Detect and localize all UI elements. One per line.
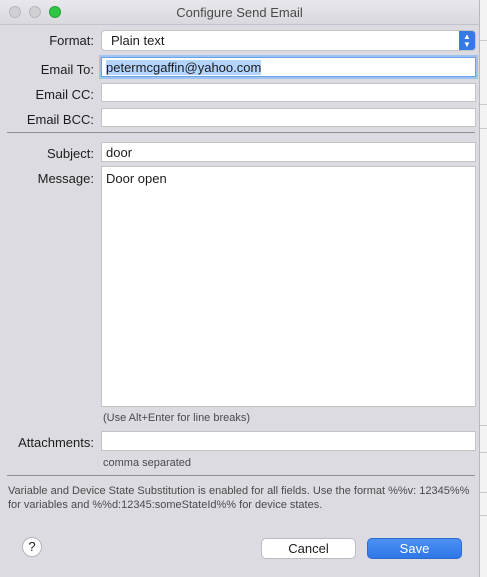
window-title: Configure Send Email	[176, 5, 303, 20]
help-button[interactable]: ?	[22, 537, 42, 557]
format-select[interactable]: Plain text ▲ ▼	[101, 30, 476, 51]
message-label: Message:	[37, 171, 94, 186]
email-to-value: petermcgaffin@yahoo.com	[106, 60, 262, 75]
attachments-hint: comma separated	[103, 457, 192, 469]
subject-field[interactable]: door	[101, 142, 476, 162]
email-bcc-field[interactable]	[101, 108, 476, 127]
message-hint: (Use Alt+Enter for line breaks)	[103, 412, 251, 424]
format-label: Format:	[49, 33, 94, 48]
email-bcc-label: Email BCC:	[26, 112, 94, 127]
subject-label: Subject:	[47, 146, 94, 161]
email-cc-field[interactable]	[101, 83, 476, 102]
separator-top	[7, 132, 475, 133]
save-button[interactable]: Save	[367, 538, 462, 559]
dialog-window: Configure Send Email Format: Plain text …	[0, 0, 480, 577]
cancel-button[interactable]: Cancel	[261, 538, 356, 559]
title-bar: Configure Send Email	[0, 0, 479, 25]
format-select-value: Plain text	[111, 33, 165, 48]
background-window-edge	[480, 0, 487, 577]
attachments-label: Attachments:	[18, 435, 94, 450]
email-to-field[interactable]: petermcgaffin@yahoo.com	[101, 57, 476, 77]
select-stepper-icon: ▲ ▼	[459, 31, 475, 50]
message-textarea[interactable]: Door open	[101, 166, 476, 407]
attachments-field[interactable]	[101, 431, 476, 451]
separator-bottom	[7, 475, 475, 476]
email-to-label: Email To:	[40, 62, 94, 77]
email-cc-label: Email CC:	[35, 87, 94, 102]
substitution-note: Variable and Device State Substitution i…	[8, 485, 470, 511]
